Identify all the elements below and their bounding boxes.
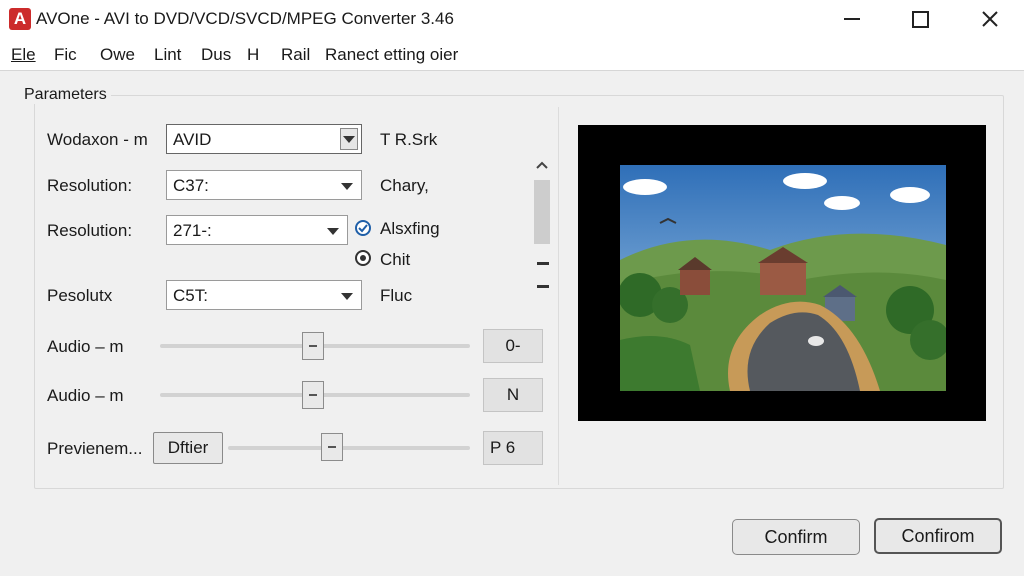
chevron-down-icon [327, 228, 339, 235]
app-logo-icon: A [9, 8, 31, 30]
chevron-down-icon [341, 183, 353, 190]
slider3-track[interactable] [228, 446, 470, 450]
radio-option-1[interactable] [355, 220, 371, 236]
checkmark-icon [358, 224, 368, 233]
close-icon [982, 11, 998, 27]
row1-select-value: AVID [173, 130, 212, 149]
scroll-up-icon[interactable] [536, 161, 548, 169]
radio-option-2[interactable] [355, 250, 371, 266]
menu-item-3[interactable]: Owe [100, 45, 135, 65]
radio-option-1-label: Alsxfing [380, 219, 440, 238]
chevron-down-icon [343, 136, 355, 143]
maximize-button[interactable] [890, 0, 950, 38]
slider2-label: Audio – m [47, 386, 124, 405]
confirm-button[interactable]: Confirm [732, 519, 860, 555]
video-preview-image [620, 165, 946, 391]
filter-button[interactable]: Dftier [153, 432, 223, 464]
minimize-button[interactable] [822, 0, 882, 38]
slider1-value: 0- [483, 329, 543, 363]
row2-label: Resolution: [47, 176, 133, 195]
row4-select-value: C5T: [173, 286, 208, 305]
confirm-default-button[interactable]: Confirom [874, 518, 1002, 554]
scroll-marker-icon [537, 262, 549, 265]
close-button[interactable] [960, 0, 1020, 38]
slider2-thumb[interactable] [302, 381, 324, 409]
slider3-value: P 6 [483, 431, 543, 465]
parameters-group-label: Parameters [20, 86, 111, 104]
slider1-thumb[interactable] [302, 332, 324, 360]
row3-select-value: 271-: [173, 221, 212, 240]
video-preview-panel [578, 125, 986, 421]
menu-item-5[interactable]: Dus [201, 45, 231, 65]
row3-label: Resolution: [47, 221, 133, 240]
slider2-value: N [483, 378, 543, 412]
menu-bar: Ele Fic Owe Lint Dus H Rail Ranect ettin… [0, 38, 1024, 71]
window-title: AVOne - AVI to DVD/VCD/SVCD/MPEG Convert… [36, 9, 454, 28]
menu-item-help[interactable]: H [247, 45, 259, 65]
row4-side-label: Fluc [380, 286, 413, 305]
radio-option-2-label: Chit [380, 250, 411, 269]
row1-select[interactable]: AVID [166, 124, 362, 154]
menu-item-file[interactable]: Ele [11, 45, 36, 65]
row1-label: Wodaxon - m [47, 130, 148, 149]
row1-dropdown-button[interactable] [340, 128, 358, 150]
row4-label: Pesolutx [47, 286, 113, 305]
row2-select-value: C37: [173, 176, 209, 195]
minimize-icon [844, 18, 860, 20]
menu-item-4[interactable]: Lint [154, 45, 181, 65]
row1-side-label: T R.Srk [380, 130, 438, 149]
menu-item-8[interactable]: Ranect etting oier [325, 45, 458, 65]
maximize-icon [911, 10, 929, 28]
slider1-label: Audio – m [47, 337, 124, 356]
menu-item-7[interactable]: Rail [281, 45, 310, 65]
menu-item-2[interactable]: Fic [54, 45, 77, 65]
row2-select[interactable]: C37: [166, 170, 362, 200]
scroll-marker-icon [537, 285, 549, 288]
row3-select[interactable]: 271-: [166, 215, 348, 245]
row4-select[interactable]: C5T: [166, 280, 362, 310]
chevron-down-icon [341, 293, 353, 300]
preview-label: Previenem... [47, 439, 143, 458]
row2-side-label: Chary, [380, 176, 429, 195]
title-bar: A AVOne - AVI to DVD/VCD/SVCD/MPEG Conve… [0, 0, 1024, 38]
slider3-thumb[interactable] [321, 433, 343, 461]
scrollbar-thumb[interactable] [534, 180, 550, 244]
